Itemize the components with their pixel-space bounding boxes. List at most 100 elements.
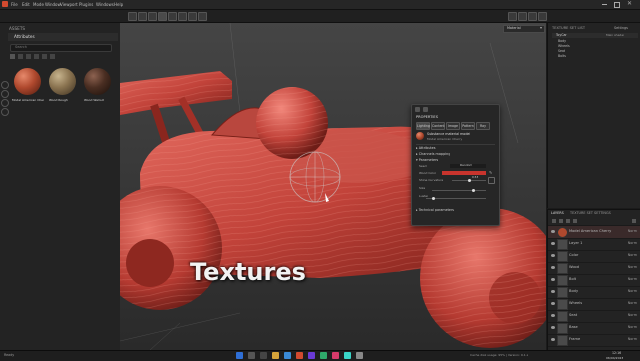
eye-icon[interactable] [551,254,555,257]
text-tool-icon[interactable] [198,12,207,21]
param-seed-field[interactable]: Random [450,163,486,168]
add-folder-icon[interactable] [573,219,577,223]
browser-icon[interactable] [284,352,291,359]
size-slider-handle[interactable] [472,189,475,192]
size-slider[interactable] [432,189,486,192]
eye-icon[interactable] [551,326,555,329]
reset-icon[interactable] [488,177,495,184]
layer-blend[interactable]: Norm [628,253,637,257]
menu-plugins[interactable]: Plugins [79,2,93,7]
filter-alphas-icon[interactable] [50,54,55,59]
task-view-icon[interactable] [260,352,267,359]
properties-settings-icon[interactable] [423,107,428,112]
filter-materials-icon[interactable] [18,54,23,59]
eraser-tool-icon[interactable] [138,12,147,21]
file-explorer-icon[interactable] [272,352,279,359]
store-icon[interactable] [344,352,351,359]
section-technical[interactable]: ▸ Technical parameters [416,208,454,213]
layer-row[interactable]: Frame Norm [548,334,640,347]
shine-slider[interactable] [452,179,486,182]
section-channels[interactable]: ▸ Channels mapping [416,152,450,157]
menu-viewport[interactable]: Viewport [60,2,78,7]
paint-tool-icon[interactable] [128,12,137,21]
eye-icon[interactable] [551,290,555,293]
menu-file[interactable]: File [11,2,18,7]
layer-blend[interactable]: Norm [628,301,637,305]
tab-image[interactable]: Image [446,122,460,130]
redo-icon[interactable] [1,108,9,116]
layer-blend[interactable]: Norm [628,277,637,281]
undo-icon[interactable] [1,99,9,107]
section-parameters[interactable]: ▾ Parameters [416,158,438,163]
material-card-cherry[interactable]: Model American Cherry [12,68,44,108]
menu-windows[interactable]: Windows [96,2,114,7]
search-input[interactable]: Search [10,44,112,52]
search-icon[interactable] [248,352,255,359]
delete-layer-icon[interactable] [632,219,636,223]
material-card-rough[interactable]: Wood Rough [47,68,79,108]
layer-blend[interactable]: Norm [628,313,637,317]
tab-pattern[interactable]: Pattern [461,122,475,130]
close-icon[interactable]: ✕ [627,0,632,7]
screenshot-icon[interactable] [528,12,537,21]
menu-mode[interactable]: Mode [33,2,44,7]
tab-ray[interactable]: Ray [476,122,490,130]
layer-blend[interactable]: Norm [628,289,637,293]
clone-tool-icon[interactable] [178,12,187,21]
eye-icon[interactable] [551,278,555,281]
filter-smart-icon[interactable] [26,54,31,59]
section-attributes[interactable]: ▸ Attributes [416,146,436,151]
layer-blend[interactable]: Norm [628,229,637,233]
projection-tool-icon[interactable] [148,12,157,21]
material-mode-dropdown[interactable]: Material ▾ [503,25,545,33]
luster-slider[interactable] [426,197,486,200]
eye-icon[interactable] [551,338,555,341]
minimize-icon[interactable] [602,4,607,5]
eye-icon[interactable] [551,230,555,233]
layer-blend[interactable]: Norm [628,325,637,329]
media-app-icon[interactable] [320,352,327,359]
windows-start-icon[interactable] [236,352,243,359]
fullscreen-icon[interactable] [538,12,547,21]
add-mask-icon[interactable] [566,219,570,223]
clock-date[interactable]: 06/04/2023 [606,356,623,361]
layer-blend[interactable]: Norm [628,241,637,245]
tab-content[interactable]: Content [431,122,445,130]
eye-icon[interactable] [551,242,555,245]
eye-icon[interactable] [551,266,555,269]
luster-slider-handle[interactable] [432,197,435,200]
shine-slider-handle[interactable] [468,179,471,182]
tab-texture-set-settings[interactable]: TEXTURE SET SETTINGS [570,211,611,216]
picker-tool-icon[interactable] [188,12,197,21]
material-card-walnut[interactable]: Wood Walnut [82,68,114,108]
add-layer-icon[interactable] [552,219,556,223]
layer-blend[interactable]: Norm [628,265,637,269]
polygon-fill-icon[interactable] [158,12,167,21]
smudge-tool-icon[interactable] [168,12,177,21]
eye-icon[interactable] [551,314,555,317]
refresh-icon[interactable] [1,81,9,89]
camera-icon[interactable] [508,12,517,21]
texture-set-item[interactable]: Bolts [558,54,566,59]
substance-painter-icon[interactable] [296,352,303,359]
menu-window[interactable]: Window [45,2,61,7]
filter-textures-icon[interactable] [42,54,47,59]
recorder-app-icon[interactable] [332,352,339,359]
add-fill-icon[interactable] [559,219,563,223]
render-icon[interactable] [518,12,527,21]
attributes-header[interactable]: Attributes [8,33,118,41]
wood-color-swatch[interactable] [442,171,486,175]
filter-brushes-icon[interactable] [34,54,39,59]
maximize-icon[interactable] [614,2,620,8]
layer-blend[interactable]: Norm [628,337,637,341]
settings-icon[interactable] [356,352,363,359]
tab-layers[interactable]: LAYERS [551,211,564,216]
rotate-icon[interactable] [1,90,9,98]
properties-pin-icon[interactable] [415,107,420,112]
menu-help[interactable]: Help [114,2,123,7]
tab-lighting[interactable]: Lighting [416,122,430,130]
eyedropper-icon[interactable]: ✎ [489,170,493,175]
eye-icon[interactable] [551,302,555,305]
texture-set-settings[interactable]: Settings [614,26,628,31]
chat-app-icon[interactable] [308,352,315,359]
